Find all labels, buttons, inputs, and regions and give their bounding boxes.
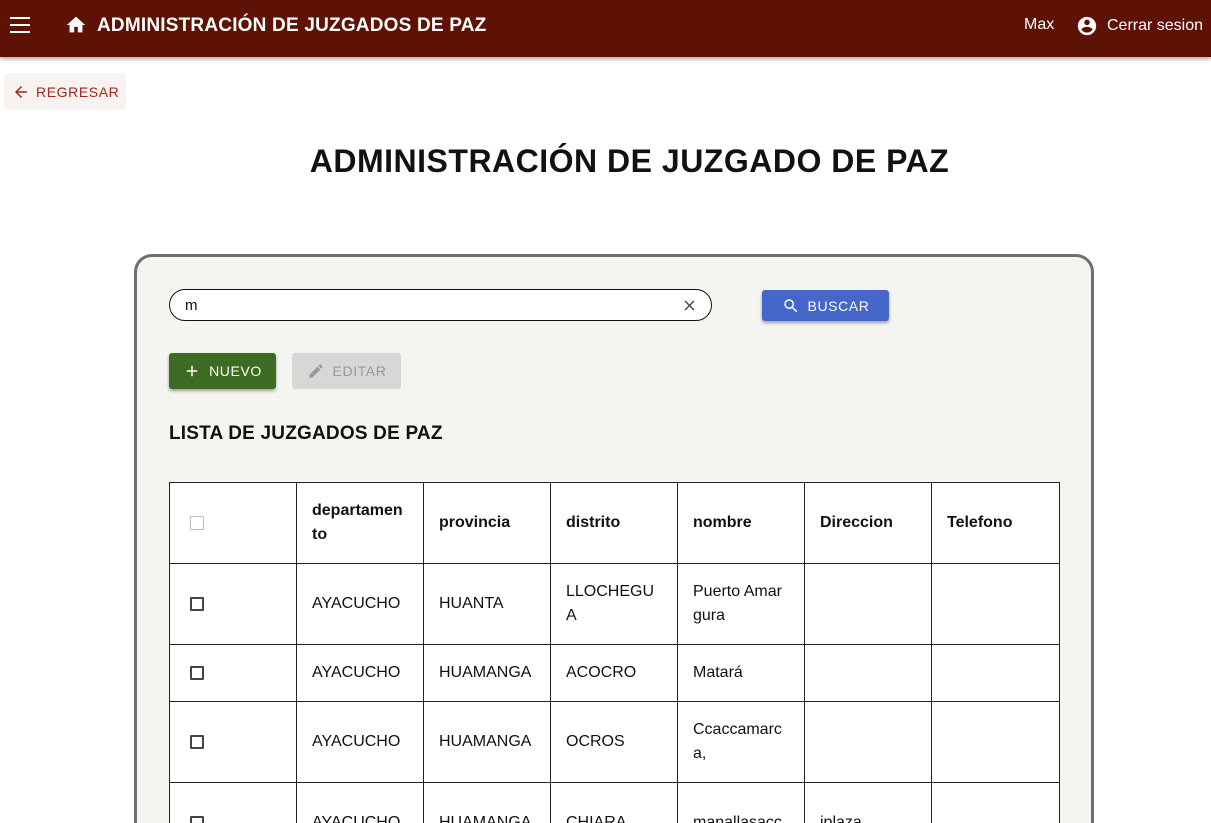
row-select-cell (169, 644, 297, 702)
table-cell: OCROS (550, 701, 678, 783)
table-cell (804, 644, 932, 702)
table-header-row: departamento provincia distrito nombre D… (169, 482, 1060, 564)
search-icon (783, 298, 797, 312)
table-cell: manallasacc (677, 782, 805, 823)
list-title: LISTA DE JUZGADOS DE PAZ (169, 423, 443, 444)
plus-icon (186, 365, 198, 377)
row-select-cell (169, 563, 297, 645)
table-cell: Puerto Amargura (677, 563, 805, 645)
column-header[interactable]: departamento (296, 482, 424, 564)
back-button-label: REGRESAR (36, 83, 120, 100)
arrow-left-icon (15, 85, 27, 98)
table-cell: jplaza (804, 782, 932, 823)
top-app-bar: ADMINISTRACIÓN DE JUZGADOS DE PAZ Max Ce… (0, 0, 1211, 57)
column-header[interactable]: distrito (550, 482, 678, 564)
search-input[interactable] (185, 295, 665, 315)
user-name: Max (1024, 16, 1055, 33)
juzgados-table: departamento provincia distrito nombre D… (169, 482, 1060, 823)
edit-button-label: EDITAR (332, 363, 387, 379)
search-button[interactable]: BUSCAR (762, 290, 889, 321)
table-cell (804, 701, 932, 783)
table-cell: AYACUCHO (296, 782, 424, 823)
menu-icon[interactable] (10, 17, 30, 33)
table-row[interactable]: AYACUCHO HUANTA LLOCHEGUA Puerto Amargur… (169, 563, 1060, 645)
row-checkbox[interactable] (190, 666, 204, 680)
account-circle-icon (1077, 16, 1097, 36)
table-row[interactable]: AYACUCHO HUAMANGA CHIARA manallasacc jpl… (169, 782, 1060, 823)
table-cell: AYACUCHO (296, 644, 424, 702)
row-select-cell (169, 701, 297, 783)
table-cell (931, 644, 1060, 702)
table-cell: AYACUCHO (296, 563, 424, 645)
table-cell: CHIARA (550, 782, 678, 823)
search-field[interactable] (169, 289, 712, 321)
column-header[interactable]: nombre (677, 482, 805, 564)
table-cell: HUAMANGA (423, 701, 551, 783)
table-cell (931, 701, 1060, 783)
table-cell (931, 782, 1060, 823)
table-cell: Matará (677, 644, 805, 702)
table-cell: LLOCHEGUA (550, 563, 678, 645)
column-header[interactable]: Telefono (931, 482, 1060, 564)
table-row[interactable]: AYACUCHO HUAMANGA OCROS Ccaccamarca, (169, 701, 1060, 783)
row-select-cell (169, 782, 297, 823)
select-all-checkbox[interactable] (190, 516, 204, 530)
row-checkbox[interactable] (190, 735, 204, 749)
edit-button[interactable]: EDITAR (292, 353, 401, 389)
logout-label: Cerrar sesion (1107, 17, 1204, 34)
table-cell: ACOCRO (550, 644, 678, 702)
table-cell: HUANTA (423, 563, 551, 645)
column-header[interactable]: provincia (423, 482, 551, 564)
table-cell (931, 563, 1060, 645)
new-button-label: NUEVO (209, 363, 262, 379)
pencil-icon (308, 364, 323, 378)
row-checkbox[interactable] (190, 816, 204, 823)
table-cell: HUAMANGA (423, 782, 551, 823)
table-cell: Ccaccamarca, (677, 701, 805, 783)
close-icon[interactable] (681, 297, 698, 314)
page-title: ADMINISTRACIÓN DE JUZGADO DE PAZ (309, 143, 950, 179)
new-button[interactable]: NUEVO (169, 353, 276, 389)
table-row[interactable]: AYACUCHO HUAMANGA ACOCRO Matará (169, 644, 1060, 702)
table-cell: AYACUCHO (296, 701, 424, 783)
home-icon[interactable] (65, 14, 87, 36)
back-button[interactable]: REGRESAR (4, 73, 126, 110)
row-checkbox[interactable] (190, 597, 204, 611)
app-title: ADMINISTRACIÓN DE JUZGADOS DE PAZ (97, 15, 487, 36)
select-all-cell (169, 482, 297, 564)
column-header[interactable]: Direccion (804, 482, 932, 564)
search-button-label: BUSCAR (807, 297, 870, 314)
logout-button[interactable]: Cerrar sesion (1076, 14, 1203, 38)
table-cell (804, 563, 932, 645)
table-cell: HUAMANGA (423, 644, 551, 702)
